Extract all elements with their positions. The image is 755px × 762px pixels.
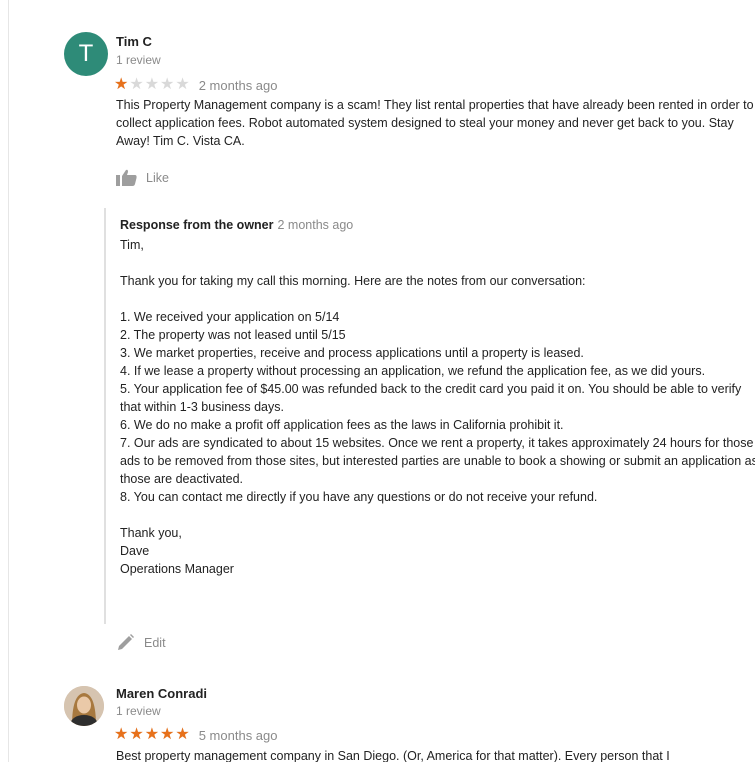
owner-response-label: Response from the owner xyxy=(120,218,274,232)
star-filled-icons: ★★★★★ xyxy=(114,726,191,743)
review-text: Best property management company in San … xyxy=(116,749,670,762)
owner-intro: Thank you for taking my call this mornin… xyxy=(120,274,586,288)
review-date: 5 months ago xyxy=(198,727,278,743)
owner-response: Response from the owner 2 months ago Tim,… xyxy=(104,208,755,624)
review-count[interactable]: 1 review xyxy=(116,53,161,67)
edit-button[interactable]: Edit xyxy=(116,634,166,652)
reviewer-name[interactable]: Tim C xyxy=(116,34,152,49)
like-label: Like xyxy=(146,171,169,185)
owner-point: 2. The property was not leased until 5/1… xyxy=(120,328,346,342)
avatar[interactable]: T xyxy=(64,32,108,76)
owner-closing: Thank you, xyxy=(120,526,182,540)
owner-response-body: Tim, Thank you for taking my call this m… xyxy=(120,236,755,578)
rating-row: ★★★★★ ★★★★★ 5 months ago xyxy=(114,726,278,744)
owner-signature-name: Dave xyxy=(120,544,150,558)
rating-row: ★★★★★ ★★★★★ 2 months ago xyxy=(114,76,278,94)
owner-signature-title: Operations Manager xyxy=(120,562,234,576)
star-rating: ★★★★★ ★★★★★ xyxy=(114,726,191,744)
like-button[interactable]: Like xyxy=(116,169,169,187)
reviewer-name[interactable]: Maren Conradi xyxy=(116,686,207,701)
review-date: 2 months ago xyxy=(198,77,278,93)
left-divider xyxy=(8,0,9,762)
owner-point: 4. If we lease a property without proces… xyxy=(120,364,706,378)
owner-point: 8. You can contact me directly if you ha… xyxy=(120,490,598,504)
avatar[interactable] xyxy=(64,686,104,726)
owner-response-header: Response from the owner 2 months ago xyxy=(120,218,353,232)
pencil-icon xyxy=(118,634,134,650)
owner-point: 5. Your application fee of $45.00 was re… xyxy=(120,382,742,414)
profile-photo-icon xyxy=(64,686,104,726)
edit-label: Edit xyxy=(144,636,166,650)
thumbs-up-icon xyxy=(116,169,137,186)
review-text: This Property Management company is a sc… xyxy=(116,98,754,148)
review-count[interactable]: 1 review xyxy=(116,704,161,718)
owner-point: 3. We market properties, receive and pro… xyxy=(120,346,584,360)
star-rating: ★★★★★ ★★★★★ xyxy=(114,76,191,94)
owner-response-date: 2 months ago xyxy=(277,218,354,232)
owner-point: 1. We received your application on 5/14 xyxy=(120,310,340,324)
owner-point: 6. We do no make a profit off applicatio… xyxy=(120,418,564,432)
owner-point: 7. Our ads are syndicated to about 15 we… xyxy=(120,436,755,486)
star-filled-icons: ★★★★★ xyxy=(114,76,130,93)
owner-greeting: Tim, xyxy=(120,238,144,252)
